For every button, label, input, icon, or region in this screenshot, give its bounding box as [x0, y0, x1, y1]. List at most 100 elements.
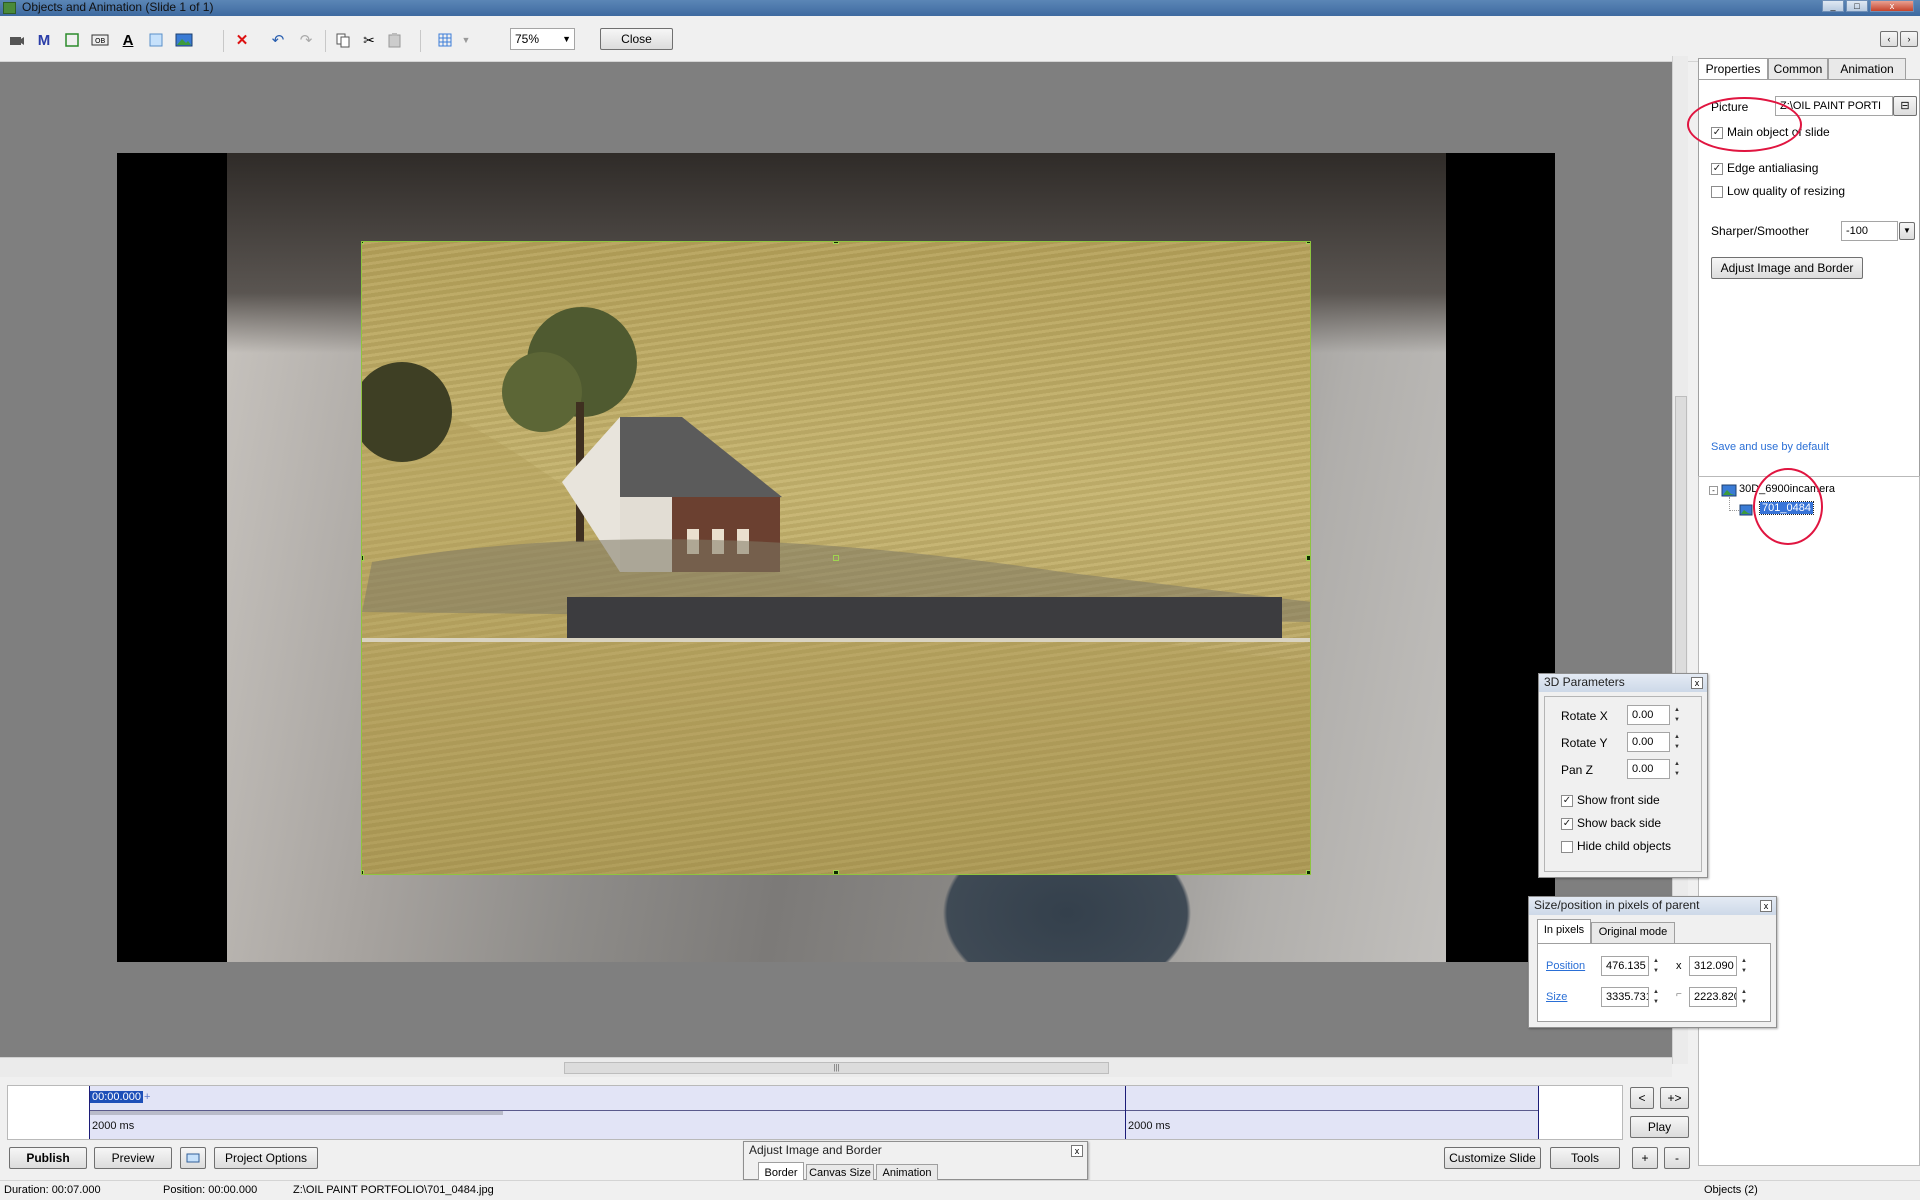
resize-handle-b[interactable]: [833, 870, 839, 874]
resize-handle-t[interactable]: [833, 242, 839, 244]
customize-slide-button[interactable]: Customize Slide: [1444, 1147, 1541, 1169]
maximize-button[interactable]: □: [1846, 0, 1868, 12]
tab-animation[interactable]: Animation: [876, 1164, 938, 1181]
minimize-button[interactable]: _: [1822, 0, 1844, 12]
tab-canvas-size[interactable]: Canvas Size: [806, 1164, 874, 1181]
position-label[interactable]: Position: [1546, 960, 1585, 972]
screen-icon[interactable]: [180, 1147, 206, 1169]
position-separator: x: [1676, 960, 1682, 972]
size-width-input[interactable]: 3335.731: [1601, 987, 1649, 1007]
main-image-object[interactable]: [361, 241, 1311, 875]
delete-icon[interactable]: ✕: [231, 30, 253, 50]
adjust-panel-close-icon[interactable]: x: [1071, 1145, 1083, 1157]
pan-z-spinner[interactable]: ▲ ▼: [1672, 759, 1682, 779]
remove-button[interactable]: -: [1664, 1147, 1690, 1169]
size-width-spinner[interactable]: ▲ ▼: [1651, 987, 1661, 1007]
status-position: Position: 00:00.000: [163, 1184, 258, 1196]
timeline-start-time[interactable]: 00:00.000: [90, 1091, 143, 1103]
play-button[interactable]: Play: [1630, 1116, 1689, 1138]
params-3d-panel: 3D Parameters x Rotate X 0.00 ▲ ▼ Rotate …: [1538, 673, 1708, 878]
size-label[interactable]: Size: [1546, 991, 1567, 1003]
tab-properties[interactable]: Properties: [1698, 58, 1768, 81]
frame-icon[interactable]: [145, 30, 167, 50]
close-window-button[interactable]: x: [1870, 0, 1914, 12]
tab-common[interactable]: Common: [1768, 58, 1828, 79]
zoom-select[interactable]: 75% ▼: [510, 28, 575, 50]
center-handle[interactable]: [833, 555, 839, 561]
cut-icon[interactable]: ✂: [358, 30, 380, 50]
resize-handle-bl[interactable]: [362, 870, 364, 874]
paste-icon[interactable]: [384, 30, 406, 50]
rotate-y-spinner[interactable]: ▲ ▼: [1672, 732, 1682, 752]
timeline-prev-button[interactable]: <: [1630, 1087, 1654, 1109]
publish-button[interactable]: Publish: [9, 1147, 87, 1169]
button-icon[interactable]: OB: [89, 30, 111, 50]
low-quality-checkbox[interactable]: [1711, 186, 1723, 198]
hide-child-checkbox[interactable]: [1561, 841, 1573, 853]
timeline-plus[interactable]: +: [144, 1091, 150, 1103]
size-position-title: Size/position in pixels of parent: [1529, 897, 1776, 915]
resize-handle-r[interactable]: [1306, 555, 1310, 561]
timeline[interactable]: 00:00.000 + 2000 ms 2000 ms: [7, 1085, 1623, 1140]
tools-button[interactable]: Tools: [1550, 1147, 1620, 1169]
save-default-link[interactable]: Save and use by default: [1711, 441, 1829, 453]
rotate-y-input[interactable]: 0.00: [1627, 732, 1670, 752]
size-height-input[interactable]: 2223.820: [1689, 987, 1737, 1007]
image-icon[interactable]: [173, 30, 195, 50]
rotate-x-input[interactable]: 0.00: [1627, 705, 1670, 725]
status-duration: Duration: 00:07.000: [4, 1184, 101, 1196]
edge-antialiasing-checkbox[interactable]: [1711, 163, 1723, 175]
text-a-icon[interactable]: A: [117, 30, 139, 50]
grid-icon[interactable]: [434, 30, 456, 50]
tree-collapse-icon[interactable]: -: [1709, 486, 1718, 495]
sharper-dropdown-icon[interactable]: ▼: [1899, 222, 1915, 240]
copy-icon[interactable]: [332, 30, 354, 50]
preview-button[interactable]: Preview: [94, 1147, 172, 1169]
rotate-x-spinner[interactable]: ▲ ▼: [1672, 705, 1682, 725]
position-x-spinner[interactable]: ▲ ▼: [1651, 956, 1661, 976]
resize-handle-l[interactable]: [362, 555, 364, 561]
tab-animation-props[interactable]: Animation: [1828, 58, 1906, 79]
horizontal-scrollbar[interactable]: |||: [0, 1057, 1672, 1077]
resize-handle-br[interactable]: [1306, 870, 1310, 874]
grid-dropdown-icon[interactable]: ▼: [455, 30, 477, 50]
position-y-input[interactable]: 312.090: [1689, 956, 1737, 976]
pan-z-label: Pan Z: [1561, 763, 1594, 777]
resize-handle-tl[interactable]: [362, 242, 364, 244]
edge-antialiasing-label: Edge antialiasing: [1727, 161, 1819, 175]
redo-icon[interactable]: ↷: [295, 30, 317, 50]
panel-right-arrow-icon[interactable]: ›: [1900, 31, 1918, 47]
add-button[interactable]: +: [1632, 1147, 1658, 1169]
pan-z-input[interactable]: 0.00: [1627, 759, 1670, 779]
close-button[interactable]: Close: [600, 28, 673, 50]
timeline-slide-strip[interactable]: [89, 1086, 1539, 1139]
rectangle-icon[interactable]: [61, 30, 83, 50]
svg-text:OB: OB: [95, 37, 106, 45]
panel-left-arrow-icon[interactable]: ‹: [1880, 31, 1898, 47]
tab-border[interactable]: Border: [758, 1162, 804, 1181]
params-3d-close-icon[interactable]: x: [1691, 677, 1703, 689]
rotate-x-label: Rotate X: [1561, 709, 1608, 723]
browse-picture-icon[interactable]: ⊟: [1893, 96, 1917, 116]
undo-icon[interactable]: ↶: [267, 30, 289, 50]
adjust-image-border-panel: Adjust Image and Border x Border Canvas …: [743, 1141, 1088, 1181]
adjust-image-border-button[interactable]: Adjust Image and Border: [1711, 257, 1863, 279]
show-front-checkbox[interactable]: [1561, 795, 1573, 807]
camera-icon[interactable]: [6, 30, 28, 50]
sharper-smoother-value[interactable]: -100: [1841, 221, 1898, 241]
size-position-close-icon[interactable]: x: [1760, 900, 1772, 912]
tree-child-image-icon: [1739, 504, 1753, 516]
position-x-input[interactable]: 476.135: [1601, 956, 1649, 976]
tab-original-mode[interactable]: Original mode: [1591, 922, 1675, 943]
resize-handle-tr[interactable]: [1306, 242, 1310, 244]
text-m-icon[interactable]: M: [33, 30, 55, 50]
position-y-spinner[interactable]: ▲ ▼: [1739, 956, 1749, 976]
project-options-button[interactable]: Project Options: [214, 1147, 318, 1169]
size-height-spinner[interactable]: ▲ ▼: [1739, 987, 1749, 1007]
timeline-next-button[interactable]: +>: [1660, 1087, 1689, 1109]
annotation-circle-tree-child: [1753, 468, 1823, 545]
size-link-icon[interactable]: ⌐: [1676, 989, 1682, 1000]
show-back-checkbox[interactable]: [1561, 818, 1573, 830]
rotate-y-label: Rotate Y: [1561, 736, 1608, 750]
tab-in-pixels[interactable]: In pixels: [1537, 919, 1591, 943]
